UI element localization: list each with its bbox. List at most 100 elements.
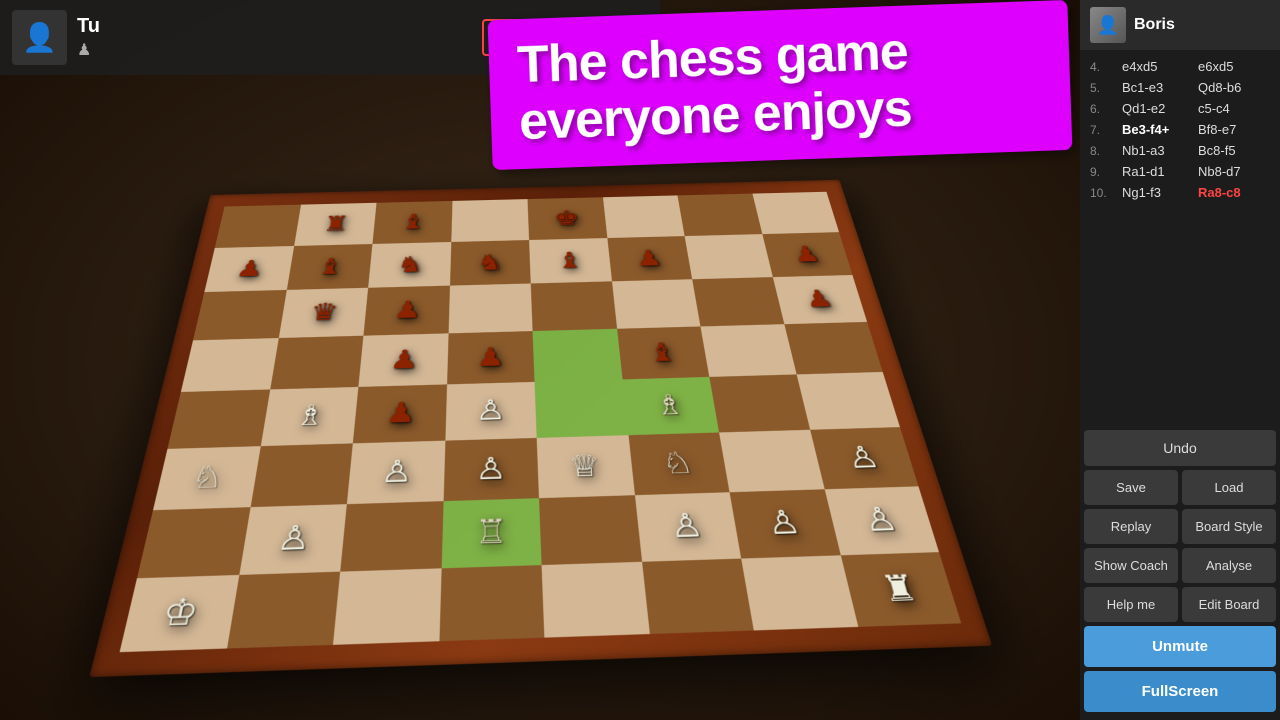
- cell-f3[interactable]: ♘: [628, 432, 730, 495]
- analyse-button[interactable]: Analyse: [1182, 548, 1276, 583]
- cell-f8[interactable]: [603, 195, 685, 237]
- cell-h4[interactable]: [796, 372, 900, 429]
- help-me-button[interactable]: Help me: [1084, 587, 1178, 622]
- piece-rf5: ♝: [617, 326, 710, 379]
- cell-a2[interactable]: [137, 507, 250, 578]
- coach-analyse-row: Show Coach Analyse: [1084, 548, 1276, 583]
- cell-d2[interactable]: ♖: [441, 498, 541, 568]
- cell-h8[interactable]: [752, 192, 839, 234]
- player-name: Tu: [77, 15, 472, 38]
- cell-g6[interactable]: [692, 277, 784, 326]
- cell-b6[interactable]: ♛: [278, 288, 368, 338]
- board-grid[interactable]: ♜ ♝ ♚ ♟ ♝ ♞ ♞ ♝ ♟ ♟ ♛ ♟: [120, 192, 962, 652]
- cell-d1[interactable]: [439, 565, 544, 642]
- cell-e6[interactable]: [531, 281, 617, 330]
- cell-g8[interactable]: [677, 194, 761, 236]
- save-button[interactable]: Save: [1084, 470, 1178, 505]
- cell-g5[interactable]: [700, 324, 796, 377]
- cell-e1[interactable]: [542, 561, 650, 637]
- cell-a7[interactable]: ♟: [204, 246, 293, 292]
- cell-g3[interactable]: [719, 429, 824, 492]
- load-button[interactable]: Load: [1182, 470, 1276, 505]
- cell-d3[interactable]: ♙: [443, 438, 539, 502]
- move-num-7: 7.: [1090, 123, 1118, 137]
- cell-g4[interactable]: [709, 374, 809, 432]
- piece-rc7: ♞: [368, 242, 451, 288]
- cell-e3[interactable]: ♕: [537, 435, 635, 498]
- cell-e4[interactable]: [535, 379, 628, 437]
- cell-a8[interactable]: [215, 205, 301, 248]
- cell-f5[interactable]: ♝: [617, 326, 710, 379]
- cell-c8[interactable]: ♝: [372, 201, 452, 244]
- cell-g2[interactable]: ♙: [730, 489, 841, 558]
- cell-d8[interactable]: [451, 199, 529, 242]
- move-num-6: 6.: [1090, 102, 1118, 116]
- cell-h6[interactable]: ♟: [772, 275, 867, 324]
- board-style-button[interactable]: Board Style: [1182, 509, 1276, 544]
- piece-wd3: ♙: [443, 438, 539, 502]
- unmute-button[interactable]: Unmute: [1084, 626, 1276, 667]
- cell-a6[interactable]: [193, 290, 286, 340]
- move-black-7: Bf8-e7: [1198, 122, 1270, 137]
- undo-button[interactable]: Undo: [1084, 430, 1276, 466]
- piece-wh2: ♙: [824, 486, 939, 554]
- cell-e2[interactable]: [539, 495, 642, 564]
- piece-wd2: ♖: [441, 498, 541, 568]
- promo-banner: The chess game everyone enjoys: [488, 0, 1073, 170]
- cell-b5[interactable]: [270, 335, 364, 389]
- cell-h7[interactable]: ♟: [762, 232, 853, 277]
- cell-f7[interactable]: ♟: [607, 236, 692, 282]
- show-coach-button[interactable]: Show Coach: [1084, 548, 1178, 583]
- cell-c5[interactable]: ♟: [358, 333, 448, 387]
- cell-f2[interactable]: ♙: [634, 492, 741, 561]
- cell-g7[interactable]: [685, 234, 773, 279]
- edit-board-button[interactable]: Edit Board: [1182, 587, 1276, 622]
- cell-b3[interactable]: [250, 443, 353, 507]
- cell-f1[interactable]: [642, 558, 754, 634]
- opponent-bar: 👤 Boris: [1080, 0, 1280, 50]
- cell-c1[interactable]: [333, 568, 441, 645]
- cell-c3[interactable]: ♙: [347, 440, 445, 504]
- cell-h5[interactable]: [784, 322, 883, 375]
- cell-b1[interactable]: [227, 571, 341, 648]
- cell-a3[interactable]: ♘: [153, 446, 260, 510]
- cell-b4[interactable]: ♗: [260, 387, 358, 446]
- cell-c4[interactable]: ♟: [353, 384, 447, 443]
- cell-a5[interactable]: [181, 338, 279, 392]
- piece-rc6: ♟: [363, 286, 449, 336]
- cell-b2[interactable]: ♙: [239, 504, 347, 574]
- cell-c6[interactable]: ♟: [363, 286, 449, 336]
- piece-wd4: ♙: [445, 382, 537, 440]
- move-white-6: Qd1-e2: [1122, 101, 1194, 116]
- replay-button[interactable]: Replay: [1084, 509, 1178, 544]
- piece-we3: ♕: [537, 435, 635, 498]
- save-load-row: Save Load: [1084, 470, 1276, 505]
- cell-h3[interactable]: ♙: [810, 427, 919, 490]
- cell-e5[interactable]: [533, 328, 623, 381]
- cell-b7[interactable]: ♝: [286, 244, 372, 290]
- cell-f4[interactable]: ♗: [622, 377, 719, 435]
- cell-d5[interactable]: ♟: [447, 331, 535, 385]
- cell-h2[interactable]: ♙: [824, 486, 939, 554]
- cell-f6[interactable]: [612, 279, 701, 328]
- cell-e7[interactable]: ♝: [529, 238, 612, 284]
- cell-a4[interactable]: [168, 389, 270, 448]
- move-num-8: 8.: [1090, 144, 1118, 158]
- chess-board-3d[interactable]: ♜ ♝ ♚ ♟ ♝ ♞ ♞ ♝ ♟ ♟ ♛ ♟: [120, 192, 962, 652]
- piece-re8: ♚: [528, 197, 607, 239]
- cell-e8[interactable]: ♚: [528, 197, 607, 239]
- cell-d4[interactable]: ♙: [445, 382, 537, 440]
- buttons-area: Undo Save Load Replay Board Style Show C…: [1080, 426, 1280, 720]
- fullscreen-button[interactable]: FullScreen: [1084, 671, 1276, 712]
- cell-d7[interactable]: ♞: [450, 240, 531, 286]
- cell-g1[interactable]: [741, 555, 858, 631]
- cell-b8[interactable]: ♜: [294, 203, 377, 246]
- cell-d6[interactable]: [448, 283, 532, 333]
- move-row-7: 7. Be3-f4+ Bf8-e7: [1084, 119, 1276, 140]
- cell-a1[interactable]: ♔: [120, 574, 239, 652]
- piece-rc8: ♝: [372, 201, 452, 244]
- cell-c7[interactable]: ♞: [368, 242, 451, 288]
- piece-wg2: ♙: [730, 489, 841, 558]
- cell-c2[interactable]: [340, 501, 443, 571]
- opponent-avatar: 👤: [1090, 7, 1126, 43]
